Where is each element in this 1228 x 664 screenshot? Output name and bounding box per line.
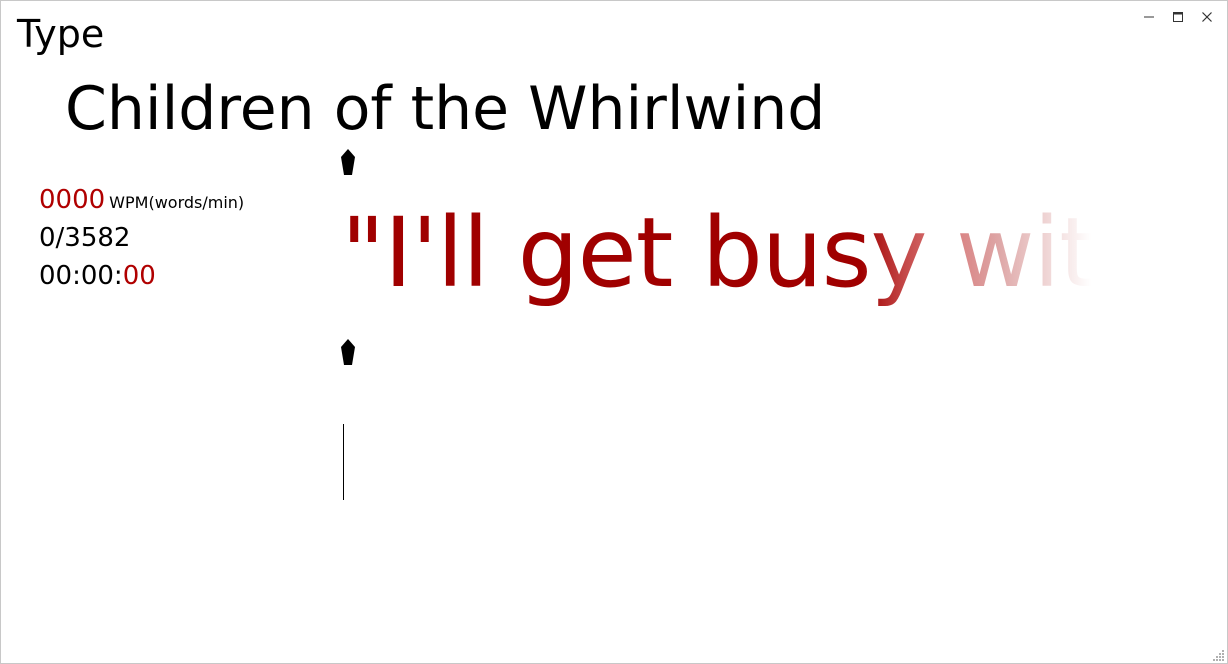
maximize-button[interactable] (1163, 5, 1192, 29)
timer-seconds: 00 (122, 261, 156, 291)
passage-text: "I'll get busy with (341, 197, 1091, 309)
wpm-value: 0000 (39, 185, 106, 215)
minimize-button[interactable] (1134, 5, 1163, 29)
close-button[interactable] (1192, 5, 1221, 29)
wpm-row: 0000 WPM(words/min) (39, 181, 244, 219)
timer-prefix: 00:00: (39, 261, 123, 291)
app-title: Type (17, 12, 105, 56)
resize-grip-icon[interactable] (1213, 649, 1225, 661)
text-caret (343, 424, 344, 500)
document-title: Children of the Whirlwind (65, 74, 826, 144)
app-window: Type Children of the Whirlwind 0000 WPM(w… (0, 0, 1228, 664)
maximize-icon (1172, 12, 1183, 22)
typing-input[interactable] (341, 419, 1101, 505)
window-controls (1134, 5, 1221, 29)
timer: 00:00:00 (39, 257, 244, 295)
stats-panel: 0000 WPM(words/min) 0/3582 00:00:00 (39, 181, 244, 295)
minimize-icon (1143, 16, 1154, 18)
cursor-marker-bottom-icon (341, 339, 355, 365)
passage-viewport: "I'll get busy with (341, 183, 1091, 333)
close-icon (1201, 12, 1212, 22)
cursor-marker-top-icon (341, 149, 355, 175)
progress-counter: 0/3582 (39, 223, 131, 253)
wpm-unit-label: WPM(words/min) (109, 193, 245, 212)
